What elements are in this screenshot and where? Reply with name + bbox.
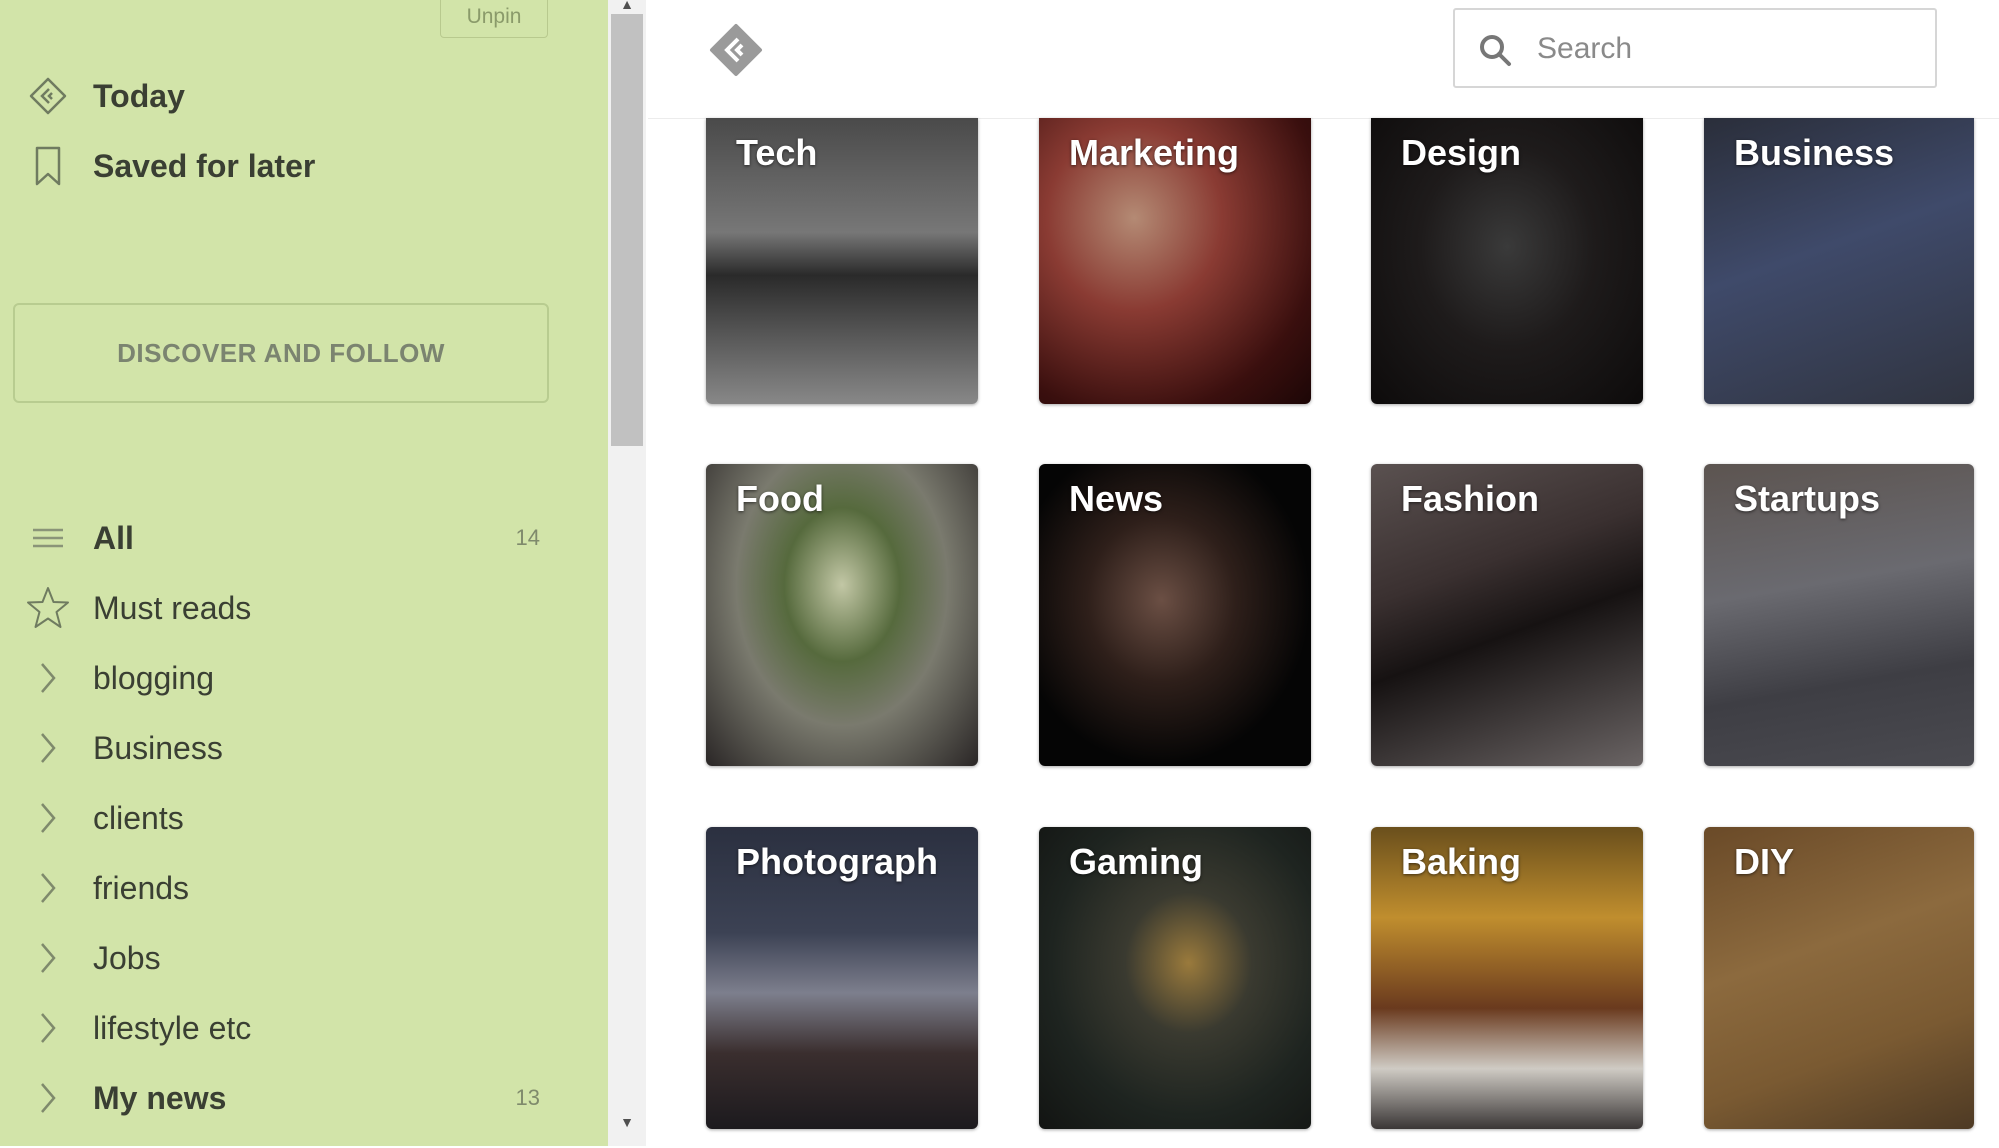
nav-today[interactable]: Today (0, 66, 560, 126)
topic-tile-gaming[interactable]: Gaming (1039, 827, 1311, 1129)
feed-item-business[interactable]: Business (0, 718, 560, 778)
topic-label: Startups (1734, 478, 1881, 519)
unpin-button[interactable]: Unpin (440, 0, 548, 38)
feed-label: My news (93, 1079, 227, 1116)
topic-tile-tech[interactable]: Tech (706, 118, 978, 404)
nav-saved-label: Saved for later (93, 147, 316, 184)
topic-tile-business[interactable]: Business (1704, 118, 1974, 404)
topic-label: Fashion (1401, 478, 1540, 519)
topic-tile-photograph[interactable]: Photograph (706, 827, 978, 1129)
topic-label: Baking (1401, 841, 1522, 882)
feed-label: blogging (93, 659, 214, 696)
topic-label: Tech (736, 132, 818, 173)
feed-label: friends (93, 869, 190, 906)
search-box[interactable] (1453, 8, 1937, 88)
chevron-right-icon (24, 934, 72, 982)
feedly-icon (24, 72, 72, 120)
feed-item-must-reads[interactable]: Must reads (0, 578, 560, 638)
topic-label: Photograph (736, 841, 938, 882)
sidebar: Unpin Today Saved for later DISCOVER AND… (0, 0, 608, 1146)
topic-label: Marketing (1069, 132, 1240, 173)
discover-and-follow-button[interactable]: DISCOVER AND FOLLOW (13, 303, 549, 403)
feed-label: All (93, 519, 134, 556)
chevron-right-icon (24, 1004, 72, 1052)
bookmark-icon (24, 142, 72, 190)
topic-tile-news[interactable]: News (1039, 464, 1311, 766)
scroll-up-arrow-icon[interactable]: ▲ (611, 0, 643, 14)
feed-label: Jobs (93, 939, 161, 976)
chevron-right-icon (24, 864, 72, 912)
feed-item-friends[interactable]: friends (0, 858, 560, 918)
feed-item-all[interactable]: All 14 (0, 508, 560, 568)
feed-item-blogging[interactable]: blogging (0, 648, 560, 708)
topic-tile-marketing[interactable]: Marketing (1039, 118, 1311, 404)
scroll-down-arrow-icon[interactable]: ▼ (611, 1112, 643, 1132)
nav-today-label: Today (93, 77, 185, 114)
topic-tile-baking[interactable]: Baking (1371, 827, 1643, 1129)
scrollbar-thumb[interactable] (611, 14, 643, 446)
topic-tile-diy[interactable]: DIY (1704, 827, 1974, 1129)
feed-label: lifestyle etc (93, 1009, 252, 1046)
feed-label: clients (93, 799, 184, 836)
topic-tile-startups[interactable]: Startups (1704, 464, 1974, 766)
feed-item-jobs[interactable]: Jobs (0, 928, 560, 988)
topic-label: DIY (1734, 841, 1795, 882)
search-input[interactable] (1535, 24, 1919, 74)
topic-label: Food (736, 478, 824, 519)
feed-item-lifestyle-etc[interactable]: lifestyle etc (0, 998, 560, 1058)
feed-item-my-news[interactable]: My news 13 (0, 1068, 560, 1128)
topic-label: Gaming (1069, 841, 1204, 882)
topic-label: News (1069, 478, 1164, 519)
topic-label: Business (1734, 132, 1895, 173)
chevron-right-icon (24, 794, 72, 842)
topic-tile-food[interactable]: Food (706, 464, 978, 766)
menu-lines-icon (24, 514, 72, 562)
unread-count: 14 (515, 525, 540, 550)
topic-tile-fashion[interactable]: Fashion (1371, 464, 1643, 766)
chevron-right-icon (24, 724, 72, 772)
nav-saved-for-later[interactable]: Saved for later (0, 136, 560, 196)
topic-tile-design[interactable]: Design (1371, 118, 1643, 404)
star-icon (24, 584, 72, 632)
search-icon (1477, 32, 1513, 68)
feed-label: Business (93, 729, 223, 766)
chevron-right-icon (24, 1074, 72, 1122)
feed-label: Must reads (93, 589, 252, 626)
feed-item-clients[interactable]: clients (0, 788, 560, 848)
feedly-logo-icon[interactable] (708, 22, 764, 78)
chevron-right-icon (24, 654, 72, 702)
topic-label: Design (1401, 132, 1522, 173)
unread-count: 13 (515, 1085, 540, 1110)
